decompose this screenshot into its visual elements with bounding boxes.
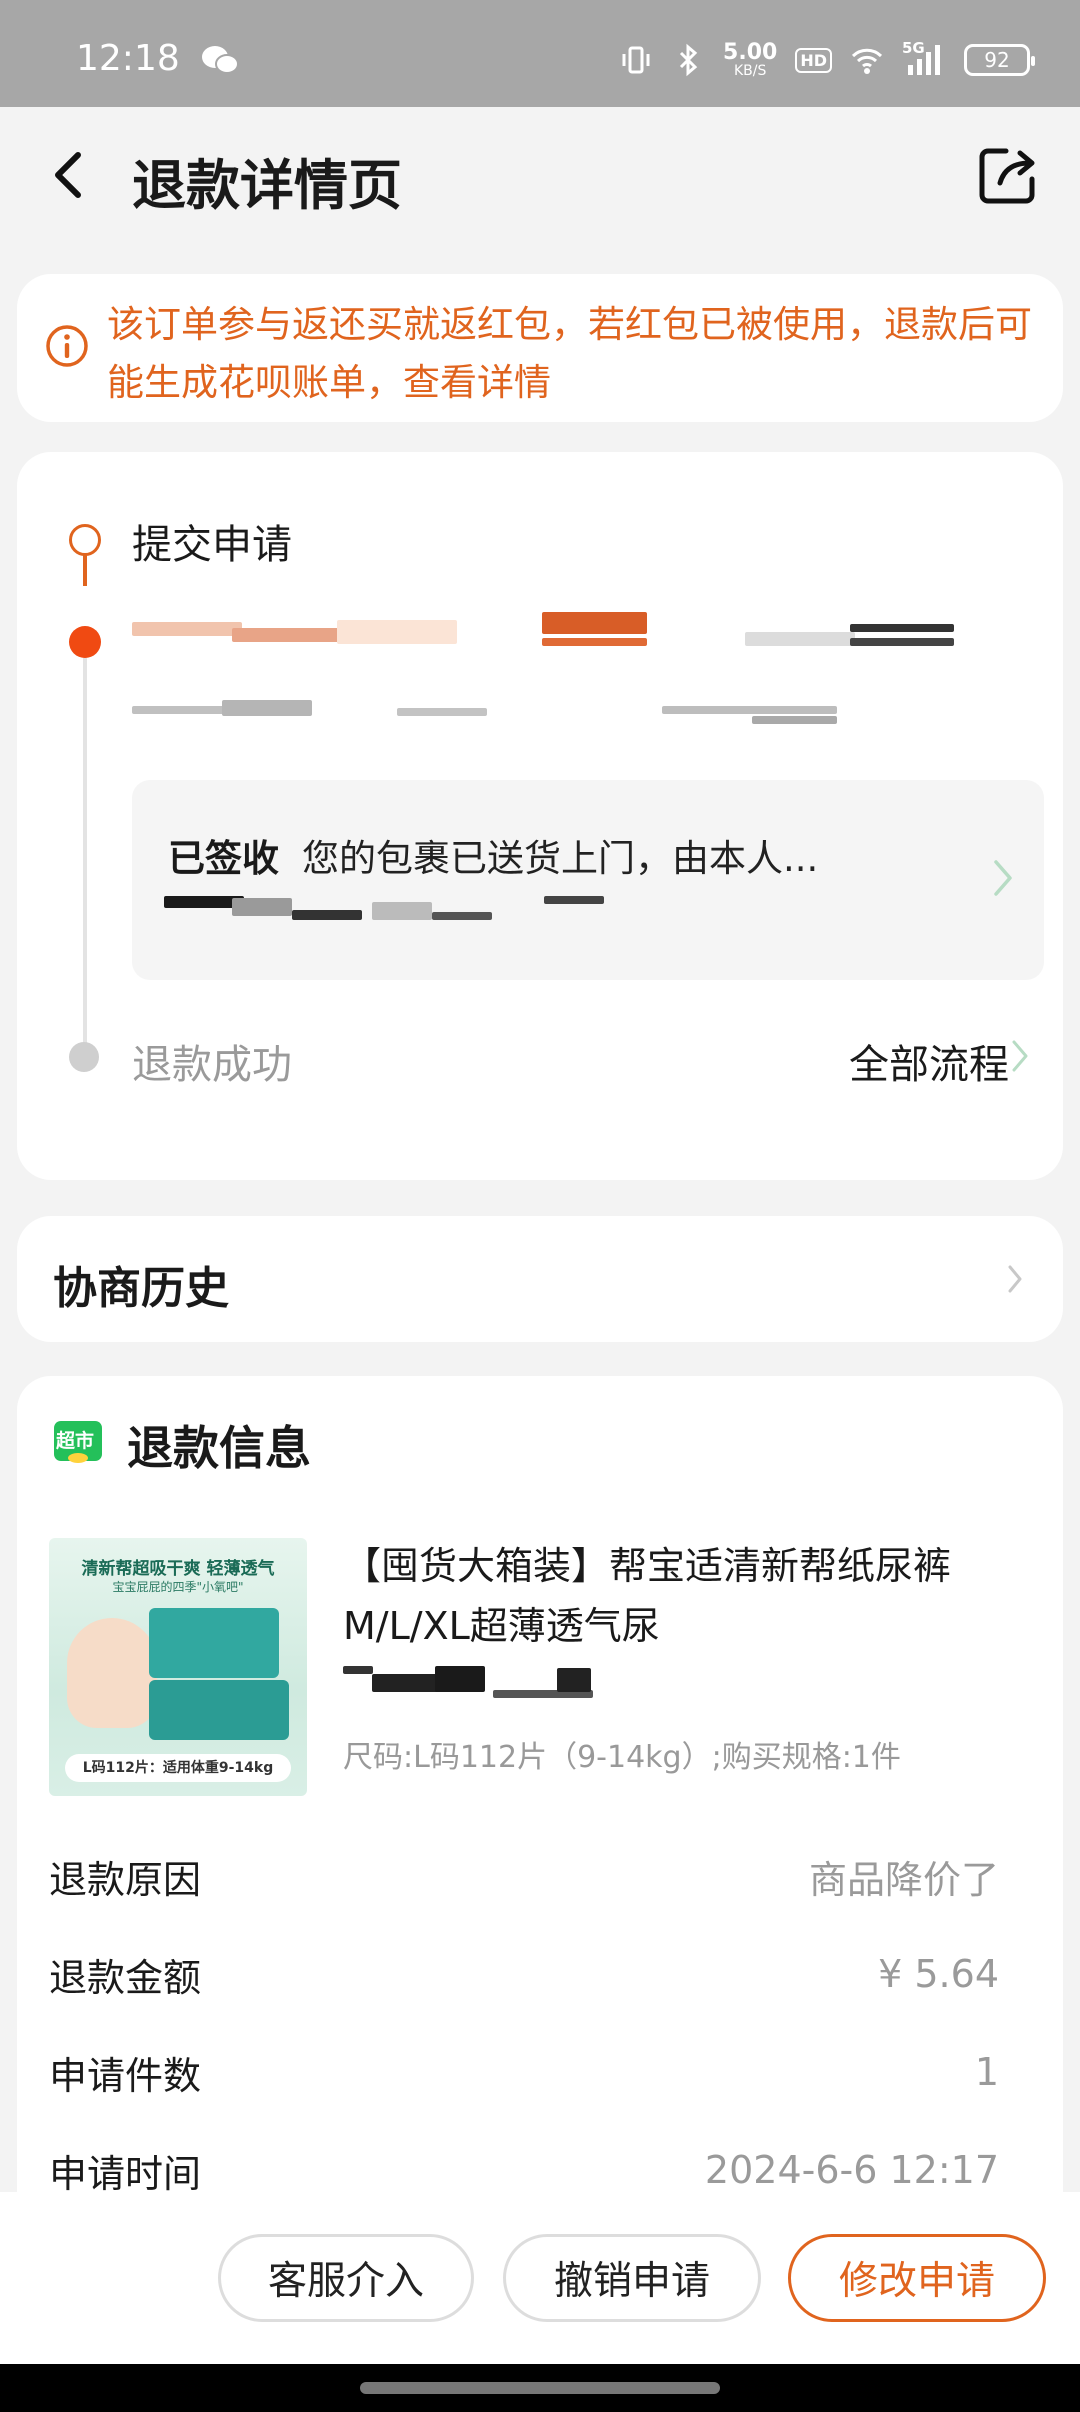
customer-service-button[interactable]: 客服介入 [218, 2234, 474, 2322]
modify-request-button[interactable]: 修改申请 [788, 2234, 1046, 2322]
cancel-request-button[interactable]: 撤销申请 [503, 2234, 761, 2322]
signal-icon: 5G [902, 39, 946, 77]
package-status-card[interactable]: 已签收 您的包裹已送货上门，由本人... [132, 780, 1044, 980]
bottom-action-bar: 客服介入 撤销申请 修改申请 [0, 2192, 1080, 2364]
product-spec: 尺码:L码112片（9-14kg）;购买规格:1件 [343, 1740, 901, 1775]
timeline-dot-submit [69, 524, 101, 556]
system-nav-bar [0, 2364, 1080, 2412]
chevron-right-icon [1008, 1265, 1022, 1293]
refund-info-title: 退款信息 [127, 1421, 311, 1475]
chevron-right-icon [994, 860, 1012, 896]
refund-amount-row: 退款金额 ¥ 5.64 [49, 1952, 999, 2000]
back-arrow-icon[interactable] [44, 145, 94, 205]
status-bar: 12:18 5.00 KB/S HD 5G 92 [0, 0, 1080, 107]
timeline-dot-success [69, 1042, 99, 1072]
timeline-line [83, 630, 87, 1050]
vibrate-icon [622, 46, 650, 74]
status-time: 12:18 [76, 38, 180, 79]
supermarket-badge-icon: 超市 [50, 1418, 106, 1466]
notice-text: 该订单参与返还买就返红包，若红包已被使用，退款后可能生成花呗账单，查看详情 [107, 303, 1032, 404]
share-icon[interactable] [976, 143, 1040, 207]
history-label: 协商历史 [53, 1263, 229, 1314]
package-status-label: 已签收 [168, 837, 279, 880]
refund-reason-row: 退款原因 商品降价了 [49, 1857, 999, 1902]
all-flow-link[interactable]: 全部流程 [849, 1032, 1009, 1090]
home-indicator[interactable] [360, 2382, 720, 2394]
apply-time-row: 申请时间 2024-6-6 12:17 [49, 2148, 999, 2196]
timeline-dot-current [69, 626, 101, 658]
battery-indicator: 92 [964, 44, 1035, 76]
hd-badge: HD [795, 47, 832, 73]
red-packet-notice[interactable]: 该订单参与返还买就返红包，若红包已被使用，退款后可能生成花呗账单，查看详情 [17, 274, 1063, 422]
wechat-icon [202, 46, 239, 74]
negotiation-history-row[interactable]: 协商历史 [17, 1216, 1063, 1342]
bluetooth-icon [679, 43, 698, 77]
apply-quantity-row: 申请件数 1 [49, 2050, 999, 2098]
product-image[interactable]: 清新帮超吸干爽 轻薄透气 宝宝屁屁的四季"小氧吧" L码112片：适用体重9-1… [49, 1538, 307, 1796]
step-submit-label: 提交申请 [132, 522, 292, 568]
page-title: 退款详情页 [132, 154, 402, 217]
page-header: 退款详情页 [0, 107, 1080, 242]
package-status-desc: 您的包裹已送货上门，由本人... [302, 837, 819, 880]
refund-progress: 提交申请 已签收 您的包裹已送货上门，由本人... 退款成功 全部流程 [17, 452, 1063, 1180]
product-name[interactable]: 【囤货大箱装】帮宝适清新帮纸尿裤M/L/XL超薄透气尿 [343, 1536, 1003, 1656]
wifi-icon [851, 48, 883, 74]
info-icon [46, 325, 88, 367]
net-speed: 5.00 KB/S [723, 40, 778, 79]
chevron-right-icon[interactable] [1011, 1038, 1029, 1074]
step-success-label: 退款成功 [132, 1042, 292, 1088]
